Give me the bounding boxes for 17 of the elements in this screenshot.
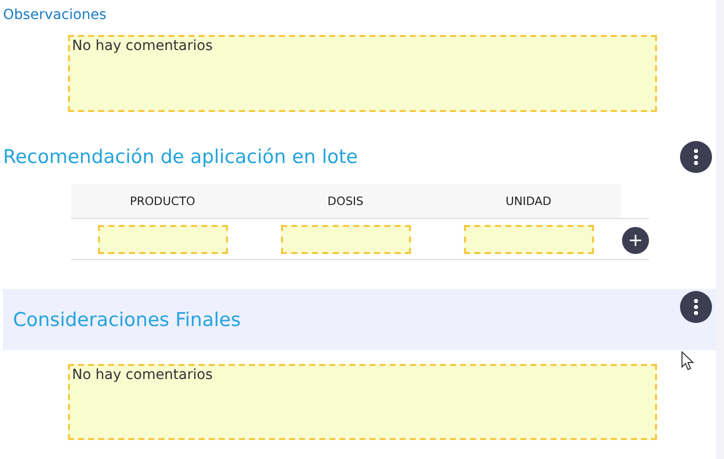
section-title: Recomendación de aplicación en lote — [3, 146, 358, 168]
input-field[interactable] — [280, 224, 410, 254]
column-header: UNIDAD — [504, 193, 552, 210]
comment-box[interactable]: No hay comentarios — [68, 35, 657, 112]
more-options-button[interactable] — [680, 291, 712, 323]
section-title: Consideraciones Finales — [13, 308, 241, 330]
mouse-cursor-icon — [681, 351, 695, 371]
section-label: Observaciones — [3, 7, 108, 25]
comment-box[interactable]: No hay comentarios — [68, 364, 657, 440]
add-row-button[interactable]: + — [622, 227, 649, 254]
column-header: DOSIS — [326, 193, 364, 210]
more-options-button[interactable] — [680, 141, 712, 173]
column-header: PRODUCTO — [128, 193, 196, 210]
input-field[interactable] — [98, 224, 228, 254]
input-field[interactable] — [464, 224, 594, 254]
more-icon — [694, 299, 698, 315]
more-icon — [694, 149, 698, 165]
